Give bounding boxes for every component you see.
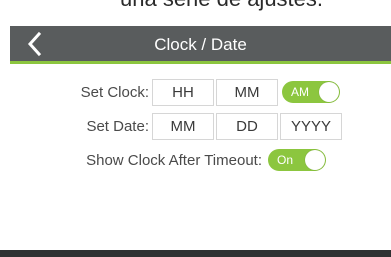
set-date-label: Set Date: bbox=[86, 118, 149, 135]
show-clock-timeout-label: Show Clock After Timeout: bbox=[86, 152, 262, 169]
page-title: Clock / Date bbox=[154, 35, 247, 54]
day-field[interactable]: DD bbox=[216, 113, 278, 140]
settings-panel: Set Clock: HH MM AM Set Date: MM DD YYYY… bbox=[10, 64, 391, 257]
minute-field[interactable]: MM bbox=[216, 79, 278, 106]
caption-text: una serie de ajustes. bbox=[0, 0, 391, 12]
ampm-toggle-label: AM bbox=[291, 85, 309, 99]
timeout-toggle-label: On bbox=[277, 153, 294, 167]
hour-field[interactable]: HH bbox=[152, 79, 214, 106]
year-field[interactable]: YYYY bbox=[280, 113, 342, 140]
show-clock-timeout-toggle[interactable]: On bbox=[268, 149, 326, 171]
bottom-bar bbox=[0, 250, 391, 257]
month-field[interactable]: MM bbox=[152, 113, 214, 140]
ampm-toggle[interactable]: AM bbox=[282, 81, 340, 103]
device-screen: Clock / Date Set Clock: HH MM AM Set Dat… bbox=[10, 26, 391, 257]
toggle-knob bbox=[319, 82, 339, 102]
toggle-knob bbox=[305, 150, 325, 170]
set-clock-label: Set Clock: bbox=[80, 84, 149, 101]
header-bar: Clock / Date bbox=[10, 26, 391, 64]
